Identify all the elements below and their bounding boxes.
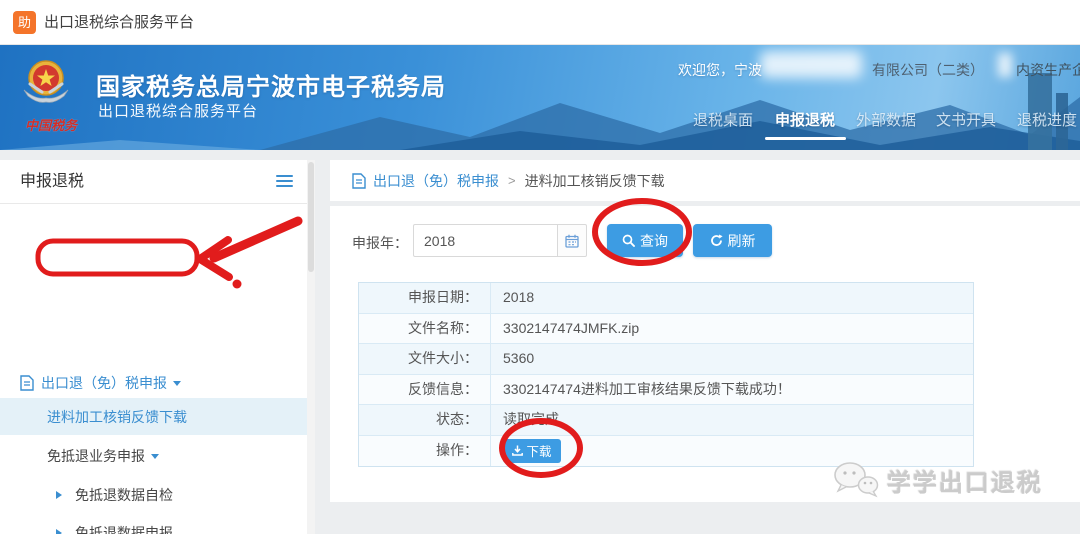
breadcrumb-current: 进料加工核销反馈下载 [524,172,665,189]
emblem-caption: 中国税务 [24,118,77,133]
redacted-fragment [998,53,1012,77]
row-label: 文件名称： [359,313,491,343]
company-type: 内资生产企业 [1016,62,1080,78]
topbar-title: 出口退税综合服务平台 [44,14,195,31]
chevron-down-icon [173,380,181,390]
site-header: 中国税务 国家税务总局宁波市电子税务局 出口退税综合服务平台 欢迎您，宁波 有限… [0,45,1080,150]
download-icon [512,445,524,456]
refresh-button-label: 刷新 [727,232,756,249]
row-value: 2018 [503,289,535,305]
nav-tab-external-data[interactable]: 外部数据 [856,109,916,130]
table-row: 文件名称： 3302147474JMFK.zip [359,313,973,344]
nav-tab-document-issue[interactable]: 文书开具 [936,109,996,130]
download-button-label: 下载 [526,445,552,460]
row-label: 操作： [359,435,491,466]
triangle-right-icon [56,529,66,534]
welcome-text: 欢迎您，宁波 [678,62,762,78]
breadcrumb: 出口退（免）税申报 > 进料加工核销反馈下载 [330,160,1080,201]
document-icon [352,172,366,189]
query-button-label: 查询 [640,232,668,249]
document-icon [20,375,34,391]
watermark: 学学出口退税 [833,461,1043,499]
org-title: 国家税务总局宁波市电子税务局 [96,74,446,101]
row-value: 5360 [503,350,535,366]
row-label: 状态： [359,405,491,435]
sidebar-item-label: 免抵退数据自检 [75,487,173,503]
row-value: 3302147474进料加工审核结果反馈下载成功！ [503,380,791,397]
sidebar-title: 申报退税 [20,173,85,190]
refresh-button[interactable]: 刷新 [693,224,772,257]
row-label: 文件大小： [359,344,491,374]
table-row: 申报日期： 2018 [359,283,973,314]
page-root: 助 出口退税综合服务平台 中国税务 国家税务总局宁波市电子税务局 出口退税综合服… [0,0,1080,534]
sidebar-item-jinliao-feedback-download[interactable]: 进料加工核销反馈下载 [0,398,307,435]
triangle-right-icon [56,491,66,499]
row-label: 反馈信息： [359,374,491,404]
sidebar-item-mdt-data-declare[interactable]: 免抵退数据申报 [0,518,307,534]
refresh-icon [710,234,723,246]
chevron-down-icon [151,453,159,463]
calendar-addon[interactable] [557,224,587,257]
platform-subtitle: 出口退税综合服务平台 [98,103,259,120]
year-input[interactable] [413,224,557,257]
sidebar-item-mdt-self-check[interactable]: 免抵退数据自检 [0,480,307,510]
company-suffix: 有限公司（二类） [872,62,984,78]
nav-tab-refund-desktop[interactable]: 退税桌面 [693,109,753,130]
table-row: 状态： 读取完成 [359,405,973,436]
query-button[interactable]: 查询 [607,224,683,257]
sidebar-item-label: 进料加工核销反馈下载 [47,408,187,425]
tax-bureau-emblem [23,60,69,103]
app-icon-char: 助 [17,15,31,30]
sidebar-scrollbar[interactable] [307,160,315,534]
row-label: 申报日期： [359,283,491,313]
row-value: 3302147474JMFK.zip [503,319,640,336]
sidebar-header: 申报退税 [0,160,307,204]
menu-collapse-icon[interactable] [276,175,293,188]
table-row: 反馈信息： 3302147474进料加工审核结果反馈下载成功！ [359,374,973,405]
feedback-detail-table: 申报日期： 2018 文件名称： 3302147474JMFK.zip 文件大小… [358,282,974,467]
main-panel: 申报年： 查询 刷新 [330,206,1080,502]
sidebar-item-label: 免抵退数据申报 [75,525,173,534]
browser-topbar: 助 出口退税综合服务平台 [0,0,1080,45]
watermark-text: 学学出口退税 [887,469,1043,497]
sidebar: 申报退税 出口退（免）税申报 进料加工核销反馈下载 免抵退业务申报 免抵退数据自… [0,160,315,534]
sidebar-item-label: 免抵退业务申报 [47,448,145,464]
breadcrumb-separator: > [508,173,516,188]
active-tab-underline [765,137,846,140]
wechat-bubbles-icon [834,462,879,498]
year-label: 申报年： [352,235,408,251]
nav-tab-refund-progress[interactable]: 退税进度 [1017,109,1077,130]
redacted-company-name [760,51,862,78]
sidebar-item-export-tax-declare[interactable]: 出口退（免）税申报 [0,368,307,398]
search-icon [622,234,635,247]
sidebar-item-mdt-business[interactable]: 免抵退业务申报 [0,441,307,471]
download-button[interactable]: 下载 [503,438,561,463]
app-icon: 助 [13,11,36,34]
table-row: 文件大小： 5360 [359,344,973,375]
row-value: 读取完成 [503,411,559,427]
nav-tab-declare-refund[interactable]: 申报退税 [775,109,835,130]
sidebar-item-label: 出口退（免）税申报 [41,375,167,391]
calendar-icon [565,234,579,248]
breadcrumb-parent-link[interactable]: 出口退（免）税申报 [373,171,499,191]
